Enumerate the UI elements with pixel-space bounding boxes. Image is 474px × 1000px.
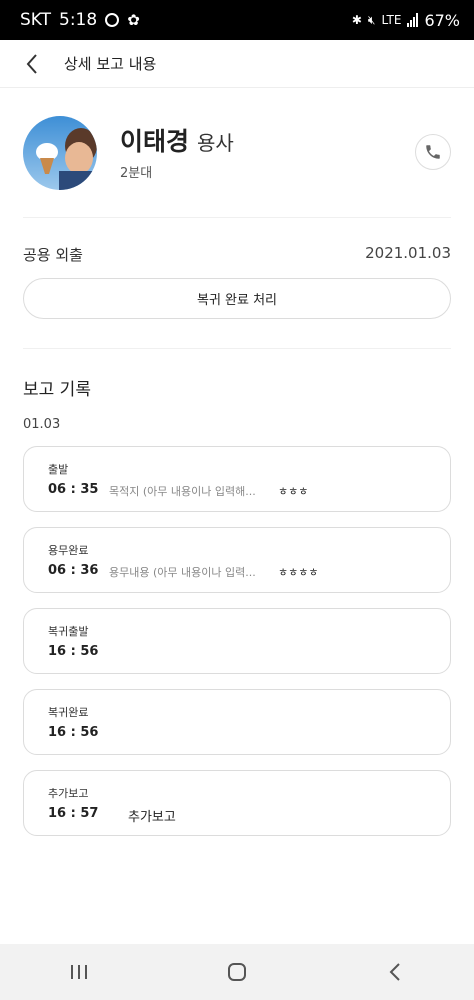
home-icon (228, 963, 246, 981)
profile-section: 이태경 용사 2분대 (23, 114, 451, 190)
user-name: 이태경 (120, 127, 190, 156)
divider (23, 348, 451, 349)
call-button[interactable] (415, 134, 451, 170)
home-button[interactable] (207, 944, 267, 1000)
report-time: 16 : 57 (48, 806, 99, 821)
report-type: 복귀출발 (48, 625, 89, 638)
report-item[interactable]: 출발 06 : 35 목적지 (아무 내용이나 입력해... ㅎㅎㅎ (23, 446, 451, 512)
avatar (23, 116, 97, 190)
bluetooth-icon: ✱ (351, 13, 362, 27)
report-time: 16 : 56 (48, 725, 99, 740)
user-rank: 용사 (197, 131, 234, 155)
app-header: 상세 보고 내용 (0, 40, 474, 88)
system-back-button[interactable] (365, 944, 425, 1000)
back-button[interactable] (12, 40, 52, 88)
report-date: 01.03 (23, 417, 61, 432)
phone-icon (426, 145, 440, 159)
report-type: 복귀완료 (48, 706, 89, 719)
notification-icon (105, 13, 120, 27)
user-unit: 2분대 (120, 166, 153, 181)
status-bar: SKT 5:18 ✿ ✱ 🔇︎ LTE 67% (0, 0, 474, 40)
report-item[interactable]: 복귀완료 16 : 56 (23, 689, 451, 755)
outing-type: 공용 외출 (23, 246, 83, 264)
back-icon (389, 963, 400, 981)
carrier-label: SKT (20, 10, 52, 30)
mute-icon: 🔇︎ (367, 13, 376, 27)
page-title: 상세 보고 내용 (64, 55, 157, 73)
divider (23, 217, 451, 218)
section-title: 보고 기록 (23, 380, 91, 400)
fan-icon: ✿ (127, 11, 140, 29)
navigation-bar (0, 944, 474, 1000)
report-list: 출발 06 : 35 목적지 (아무 내용이나 입력해... ㅎㅎㅎ 용무완료 … (23, 446, 451, 851)
recent-apps-icon (71, 965, 87, 979)
report-type: 용무완료 (48, 544, 89, 557)
report-time: 06 : 35 (48, 482, 99, 497)
clock: 5:18 (59, 10, 98, 30)
report-description: 용무내용 (아무 내용이나 입력... (109, 566, 256, 579)
back-arrow-icon (26, 53, 37, 74)
recent-apps-button[interactable] (49, 944, 109, 1000)
return-complete-button[interactable]: 복귀 완료 처리 (23, 278, 451, 319)
report-description: 목적지 (아무 내용이나 입력해... (109, 485, 256, 498)
report-type: 추가보고 (48, 787, 89, 800)
report-time: 06 : 36 (48, 563, 99, 578)
network-type: LTE (381, 13, 402, 27)
report-time: 16 : 56 (48, 644, 99, 659)
signal-icon (407, 13, 419, 27)
outing-info: 공용 외출 2021.01.03 (23, 244, 451, 265)
report-item[interactable]: 복귀출발 16 : 56 (23, 608, 451, 674)
report-note: ㅎㅎㅎ (278, 485, 309, 498)
report-note: ㅎㅎㅎㅎ (278, 566, 319, 579)
outing-date: 2021.01.03 (365, 244, 451, 262)
report-item[interactable]: 용무완료 06 : 36 용무내용 (아무 내용이나 입력... ㅎㅎㅎㅎ (23, 527, 451, 593)
report-text: 추가보고 (128, 810, 176, 825)
report-type: 출발 (48, 463, 69, 476)
battery-level: 67% (424, 10, 460, 30)
report-item[interactable]: 추가보고 16 : 57 추가보고 (23, 770, 451, 836)
